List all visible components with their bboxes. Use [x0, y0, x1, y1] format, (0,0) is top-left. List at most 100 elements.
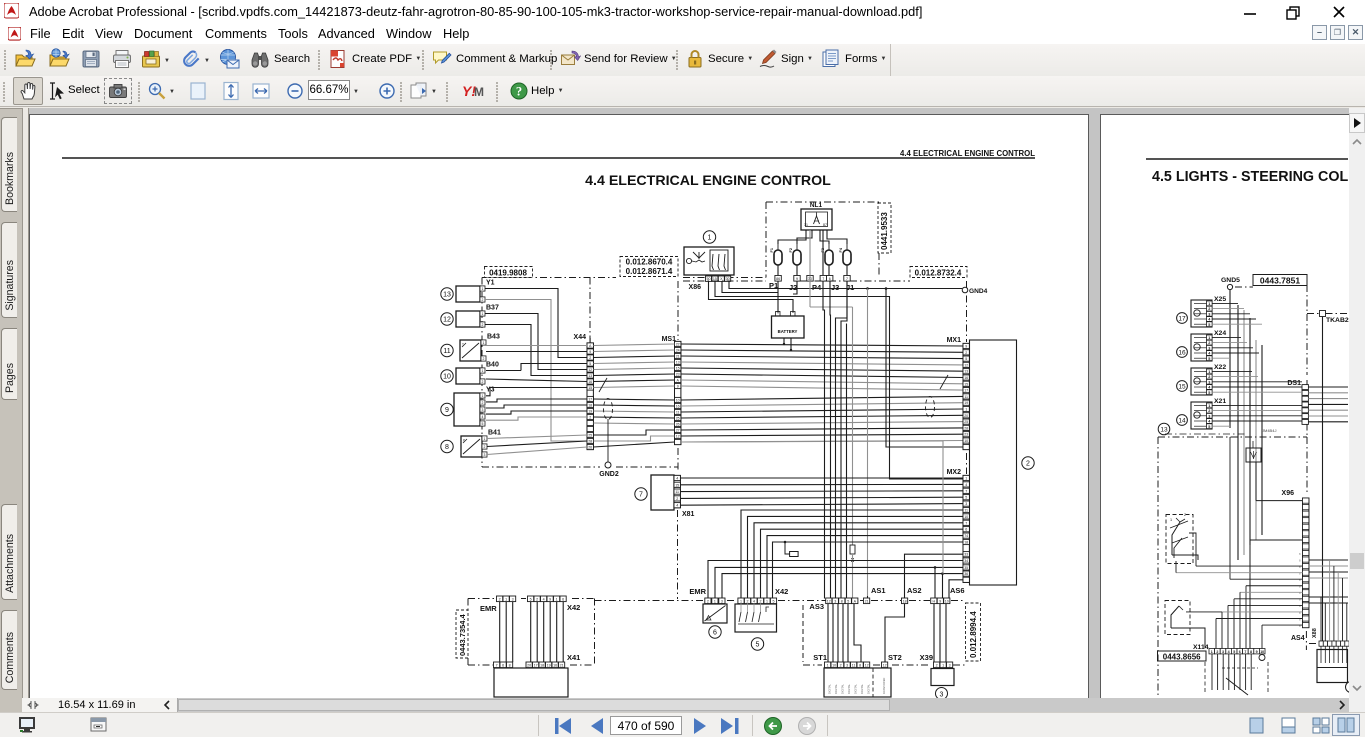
- svg-text:0443.7851: 0443.7851: [1260, 276, 1300, 286]
- svg-text:5: 5: [589, 362, 591, 366]
- svg-text:2: 2: [482, 323, 484, 327]
- svg-text:5: 5: [1208, 323, 1210, 327]
- svg-text:DATAPOWER: DATAPOWER: [882, 678, 886, 694]
- svg-text:0.012.8670.4: 0.012.8670.4: [626, 258, 673, 267]
- svg-text:5: 5: [530, 597, 532, 601]
- svg-text:13: 13: [676, 361, 680, 365]
- svg-text:9: 9: [796, 277, 798, 281]
- svg-text:20: 20: [964, 414, 968, 418]
- svg-text:16: 16: [676, 405, 680, 409]
- svg-text:10: 10: [964, 515, 968, 519]
- svg-text:23: 23: [964, 433, 968, 437]
- svg-text:X114: X114: [1193, 644, 1209, 651]
- svg-text:1: 1: [740, 599, 742, 603]
- svg-text:10: 10: [945, 599, 949, 603]
- svg-text:31: 31: [804, 223, 808, 227]
- svg-text:2: 2: [484, 445, 486, 449]
- svg-text:13: 13: [443, 292, 451, 299]
- svg-text:16: 16: [588, 380, 592, 384]
- svg-text:8: 8: [1250, 650, 1252, 654]
- svg-text:5: 5: [965, 357, 967, 361]
- svg-text:23: 23: [676, 373, 680, 377]
- svg-text:X81: X81: [682, 511, 695, 518]
- svg-text:4: 4: [1228, 650, 1230, 654]
- svg-text:1: 1: [714, 599, 716, 603]
- svg-text:3: 3: [721, 599, 723, 603]
- svg-text:8: 8: [1299, 558, 1301, 562]
- svg-text:9: 9: [965, 345, 967, 349]
- svg-text:16: 16: [1178, 349, 1186, 356]
- svg-text:3: 3: [484, 453, 486, 457]
- svg-text:1: 1: [505, 597, 507, 601]
- svg-text:7: 7: [496, 663, 498, 667]
- svg-text:1: 1: [482, 312, 484, 316]
- svg-text:14: 14: [1178, 417, 1186, 424]
- svg-text:BATTERY: BATTERY: [778, 329, 798, 334]
- svg-text:AS6: AS6: [950, 586, 965, 595]
- svg-text:4.4 ELECTRICAL ENGINE CONTROL: 4.4 ELECTRICAL ENGINE CONTROL: [585, 173, 831, 189]
- svg-text:19: 19: [588, 410, 592, 414]
- svg-text:F2: F2: [789, 248, 793, 252]
- svg-text:9: 9: [1256, 650, 1258, 654]
- svg-text:25: 25: [676, 417, 680, 421]
- svg-text:26: 26: [676, 423, 680, 427]
- svg-text:JM4B4J: JM4B4J: [1262, 428, 1276, 433]
- svg-text:19: 19: [547, 663, 551, 667]
- svg-text:9: 9: [445, 407, 449, 414]
- svg-text:2: 2: [482, 380, 484, 384]
- svg-text:8: 8: [1299, 624, 1301, 628]
- svg-text:2: 2: [589, 356, 591, 360]
- svg-text:5: 5: [482, 422, 484, 426]
- svg-text:Y1: Y1: [486, 280, 495, 287]
- svg-text:2: 2: [1208, 341, 1210, 345]
- svg-text:16: 16: [964, 376, 968, 380]
- svg-text:21: 21: [676, 355, 680, 359]
- svg-text:AS1: AS1: [871, 586, 886, 595]
- svg-text:1: 1: [483, 341, 485, 345]
- svg-text:5: 5: [965, 496, 967, 500]
- svg-text:X22: X22: [1214, 364, 1226, 371]
- svg-text:5: 5: [1208, 425, 1210, 429]
- svg-text:DIGITAL: DIGITAL: [860, 684, 864, 694]
- svg-text:0419.9808: 0419.9808: [489, 269, 527, 278]
- svg-text:J3: J3: [831, 283, 839, 292]
- svg-text:?: ?: [516, 85, 522, 99]
- svg-text:1: 1: [942, 663, 944, 667]
- svg-text:MX2: MX2: [947, 469, 962, 476]
- svg-text:2: 2: [1216, 650, 1218, 654]
- svg-text:3: 3: [949, 663, 951, 667]
- svg-text:15: 15: [964, 382, 968, 386]
- svg-text:3: 3: [965, 502, 967, 506]
- svg-text:11: 11: [443, 348, 450, 355]
- svg-text:12: 12: [827, 599, 831, 603]
- svg-text:6: 6: [713, 630, 717, 637]
- svg-text:3: 3: [512, 597, 514, 601]
- svg-text:8: 8: [1299, 598, 1301, 602]
- svg-text:B41: B41: [488, 430, 501, 437]
- svg-text:B43: B43: [487, 334, 500, 341]
- svg-text:8: 8: [1299, 552, 1301, 556]
- svg-text:GND2: GND2: [599, 471, 619, 478]
- svg-text:6: 6: [965, 528, 967, 532]
- svg-text:24: 24: [676, 349, 680, 353]
- svg-text:8: 8: [509, 663, 511, 667]
- svg-text:2: 2: [936, 663, 938, 667]
- svg-text:12: 12: [964, 363, 968, 367]
- svg-text:2: 2: [499, 597, 501, 601]
- svg-text:DIGITAL: DIGITAL: [854, 684, 858, 694]
- svg-text:X42: X42: [567, 603, 580, 612]
- svg-text:2: 2: [747, 599, 749, 603]
- svg-text:B37: B37: [486, 305, 499, 312]
- svg-text:3: 3: [834, 599, 836, 603]
- svg-text:2: 2: [1026, 461, 1030, 468]
- svg-text:2: 2: [676, 497, 678, 501]
- svg-text:19: 19: [964, 401, 968, 405]
- svg-text:9: 9: [549, 597, 551, 601]
- svg-text:EMR: EMR: [480, 604, 497, 613]
- svg-text:18: 18: [588, 404, 592, 408]
- svg-text:AS3: AS3: [809, 602, 824, 611]
- svg-text:AS4: AS4: [1291, 635, 1305, 642]
- svg-text:B40: B40: [486, 362, 499, 369]
- svg-text:5: 5: [1233, 650, 1235, 654]
- svg-text:8: 8: [1299, 571, 1301, 575]
